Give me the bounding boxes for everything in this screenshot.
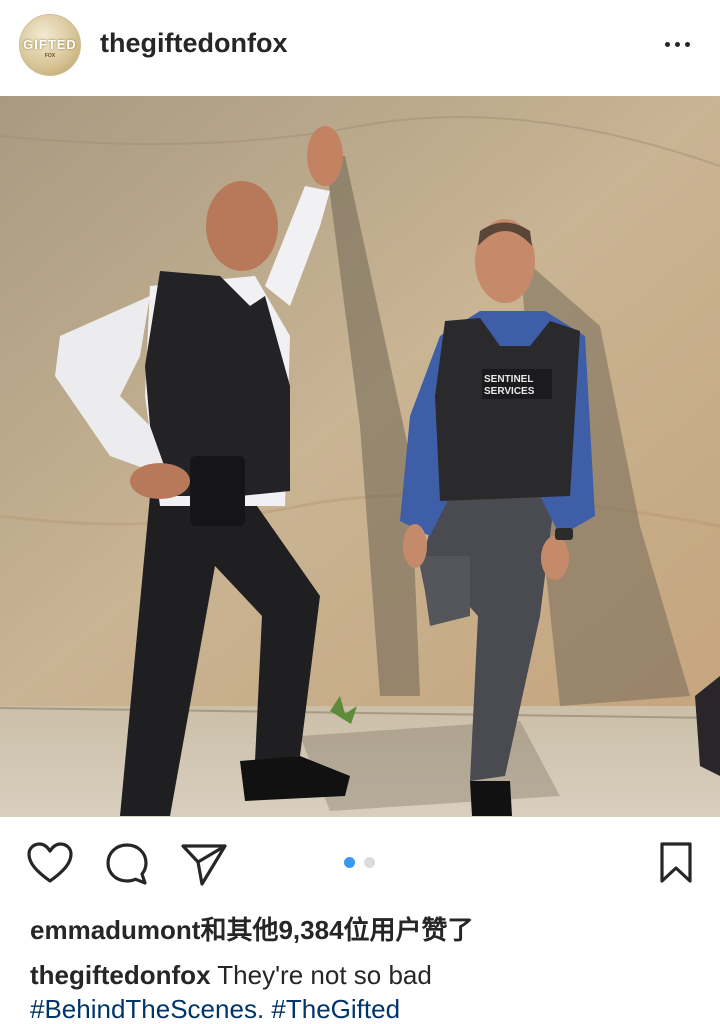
paper-plane-icon[interactable] bbox=[180, 841, 228, 887]
carousel-indicator bbox=[344, 857, 378, 869]
hashtag-the-gifted[interactable]: #TheGifted bbox=[271, 994, 400, 1024]
carousel-dot-inactive[interactable] bbox=[364, 857, 375, 868]
comment-bubble-icon[interactable] bbox=[104, 841, 150, 887]
likes-count[interactable]: emmadumont和其他9,384位用户赞了 bbox=[30, 910, 474, 947]
heart-outline-icon[interactable] bbox=[26, 841, 74, 885]
avatar-logo-text: GIFTED bbox=[23, 37, 77, 52]
vest-label-line2: SERVICES bbox=[484, 386, 535, 397]
caption-username[interactable]: thegiftedonfox bbox=[30, 960, 211, 990]
more-options-icon[interactable] bbox=[662, 30, 694, 56]
bookmark-outline-icon[interactable] bbox=[658, 841, 694, 885]
caption-text: They're not so bad bbox=[210, 960, 432, 990]
post-photo[interactable]: SENTINEL SERVICES bbox=[0, 96, 720, 817]
post-actions bbox=[0, 817, 720, 907]
carousel-dot-active[interactable] bbox=[344, 857, 355, 868]
hashtag-behind-the-scenes[interactable]: #BehindTheScenes. bbox=[30, 994, 264, 1024]
photo-illustration: SENTINEL SERVICES bbox=[0, 96, 720, 817]
post-username[interactable]: thegiftedonfox bbox=[100, 28, 287, 59]
vest-label-line1: SENTINEL bbox=[484, 374, 533, 385]
post-caption: thegiftedonfox They're not so bad #Behin… bbox=[30, 958, 700, 1024]
avatar-logo-subtext: FOX bbox=[44, 53, 56, 59]
post-header: GIFTED FOX thegiftedonfox bbox=[0, 0, 720, 96]
profile-avatar[interactable]: GIFTED FOX bbox=[19, 14, 81, 76]
